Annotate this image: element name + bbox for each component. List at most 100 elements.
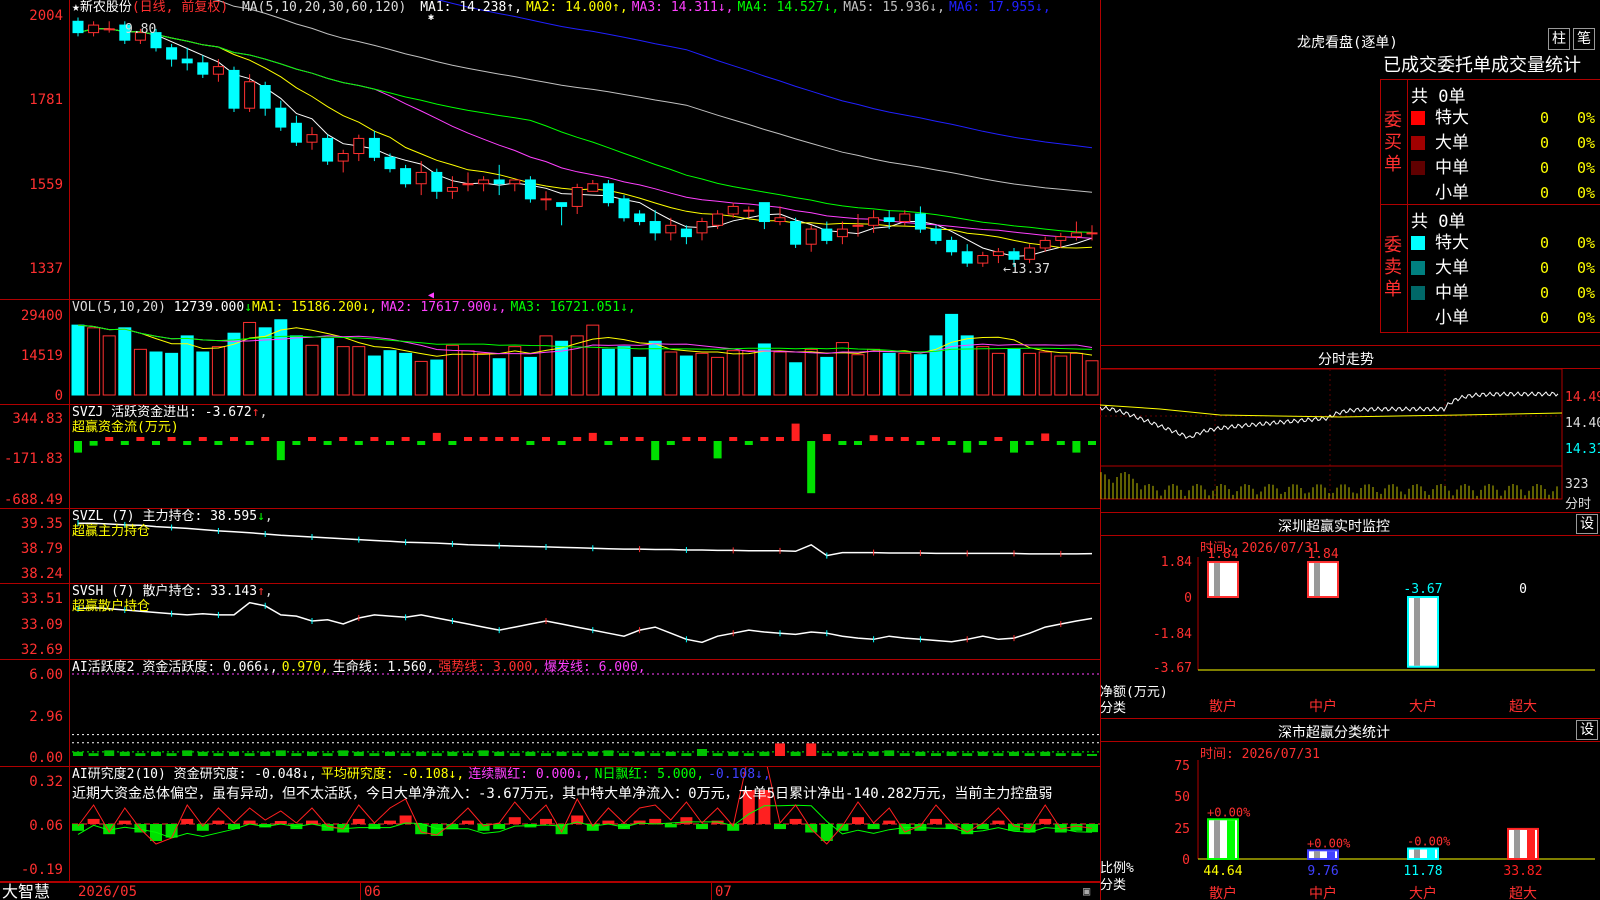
period-label[interactable]: (日线, 前复权) [132,0,228,15]
candle [493,179,505,185]
activity-bar [353,751,364,756]
candle [634,213,646,223]
activity-bar [197,751,208,756]
svsh-title: SVSH (7) 散户持仓: 33.143 [72,584,258,599]
flow-bar [1010,441,1018,453]
flow-bar [370,437,379,441]
research-bar [664,824,677,828]
volume-pane[interactable]: 29400 14519 0 VOL(5,10,20) 12739.000↓MA1… [0,300,1100,405]
svsh-pane[interactable]: 33.51 33.09 32.69 SVSH (7) 散户持仓: 33.143↑… [0,584,1100,660]
classify-bar-shade [1214,820,1220,858]
flow-bar [261,437,270,441]
candle [1070,232,1082,238]
flow-bar [635,437,644,441]
candle [946,239,958,253]
buy-total: 共 0单 [1411,87,1466,107]
ma-line [77,28,1093,233]
volume-header: VOL(5,10,20) 12739.000↓MA1: 15186.200↓, M… [72,300,640,316]
indicator-value: 资金活跃度: 0.066↓, [142,660,278,675]
research-bar [992,820,1005,824]
volume-bar [835,342,849,396]
activity-bar [1071,753,1082,756]
column-view-button[interactable]: 柱 [1548,28,1570,50]
candle [197,62,209,75]
flow-bar [838,441,847,445]
monitor-tick: -1.84 [1153,627,1192,642]
classify-title-bar: 深市超赢分类统计 设 [1100,718,1600,742]
flow-bar [916,441,925,445]
flow-bar [354,441,363,445]
research-bar [1039,818,1052,824]
monitor-title: 深圳超赢实时监控 [1278,519,1390,535]
flow-bar [308,437,316,441]
brand-logo: 大智慧 [2,882,51,900]
order-count: 0 [1540,134,1550,152]
volume-bar [1007,348,1021,396]
ai-active-pane[interactable]: 6.00 2.96 0.00 AI活跃度2 资金活跃度: 0.066↓, 0.97… [0,660,1100,767]
classify-settings-button[interactable]: 设 [1576,720,1598,740]
flow-bar [822,434,831,441]
vertical-divider [1407,80,1408,206]
flow-bar [729,437,738,441]
research-bar [930,818,942,824]
indicator-value: MA6: 17.955↓, [948,0,1051,15]
activity-bar [650,753,661,756]
volume-bar [445,344,459,396]
flow-bar [1088,441,1096,445]
classify-category: 散户 [1209,885,1237,900]
stock-name[interactable]: 新农股份 [80,0,132,15]
order-label: 大单 [1435,258,1469,278]
activity-bar [307,751,317,756]
order-pct: 0% [1577,159,1596,177]
candle [836,228,848,238]
volume-bar [929,335,943,396]
activity-bar [213,753,224,756]
candle [680,228,692,238]
svzl-pane[interactable]: 39.35 38.79 38.24 SVZL (7) 主力持仓: 38.595↓… [0,509,1100,584]
activity-bar [88,753,99,756]
volume-bar [991,352,1005,396]
activity-bar [104,750,115,756]
star-icon: ★ [72,0,80,15]
volume-bar [586,324,600,396]
order-label: 小单 [1435,308,1469,328]
up-arrow-icon: ↑ [257,584,265,599]
svsh-header: SVSH (7) 散户持仓: 33.143↑, [72,584,273,599]
stroke-view-button[interactable]: 笔 [1573,28,1595,50]
volume-bar [742,350,756,396]
flow-bar [510,437,519,441]
volume-bar [679,355,693,396]
candle [712,213,724,226]
volume-bar [945,313,959,396]
activity-bar [385,751,395,756]
candle [290,122,302,143]
kline-pane[interactable]: 2004 1781 1559 1337 ★新农股份(日线, 前复权) MA(5,… [0,0,1100,301]
volume-bar [711,356,725,396]
candle [961,251,973,264]
order-pct: 0% [1577,134,1596,152]
candle [665,224,677,234]
flow-bar [947,441,956,445]
volume-bar [789,362,803,396]
research-bar [789,818,802,824]
monitor-category: 中户 [1309,698,1337,715]
intraday-chart[interactable] [1100,369,1600,514]
svzj-pane[interactable]: 344.83 -171.83 -688.49 SVZJ 活跃资金进出: -3.6… [0,405,1100,509]
activity-bar [759,751,770,756]
ai-research-pane[interactable]: 0.32 0.06 -0.19 AI研究度2(10) 资金研究度: -0.048… [0,767,1100,882]
activity-bar [447,751,458,756]
research-bar [852,817,864,824]
svzl-header: SVZL (7) 主力持仓: 38.595↓, [72,509,273,524]
volume-bar [1054,355,1068,396]
flow-bar [682,437,691,441]
ma-values: MA1: 14.238↑, MA2: 14.000↑, MA3: 14.311↓, M… [420,0,1055,15]
volume-bar [102,335,116,396]
candle [914,213,926,230]
research-bar [680,817,693,824]
flow-bar [292,441,301,445]
activity-bar [135,753,146,756]
activity-bar [244,753,255,756]
indicator-value: MA1: 14.238↑, [420,0,522,15]
lock-icon[interactable]: ▣ [1083,884,1090,898]
monitor-settings-button[interactable]: 设 [1576,514,1598,534]
